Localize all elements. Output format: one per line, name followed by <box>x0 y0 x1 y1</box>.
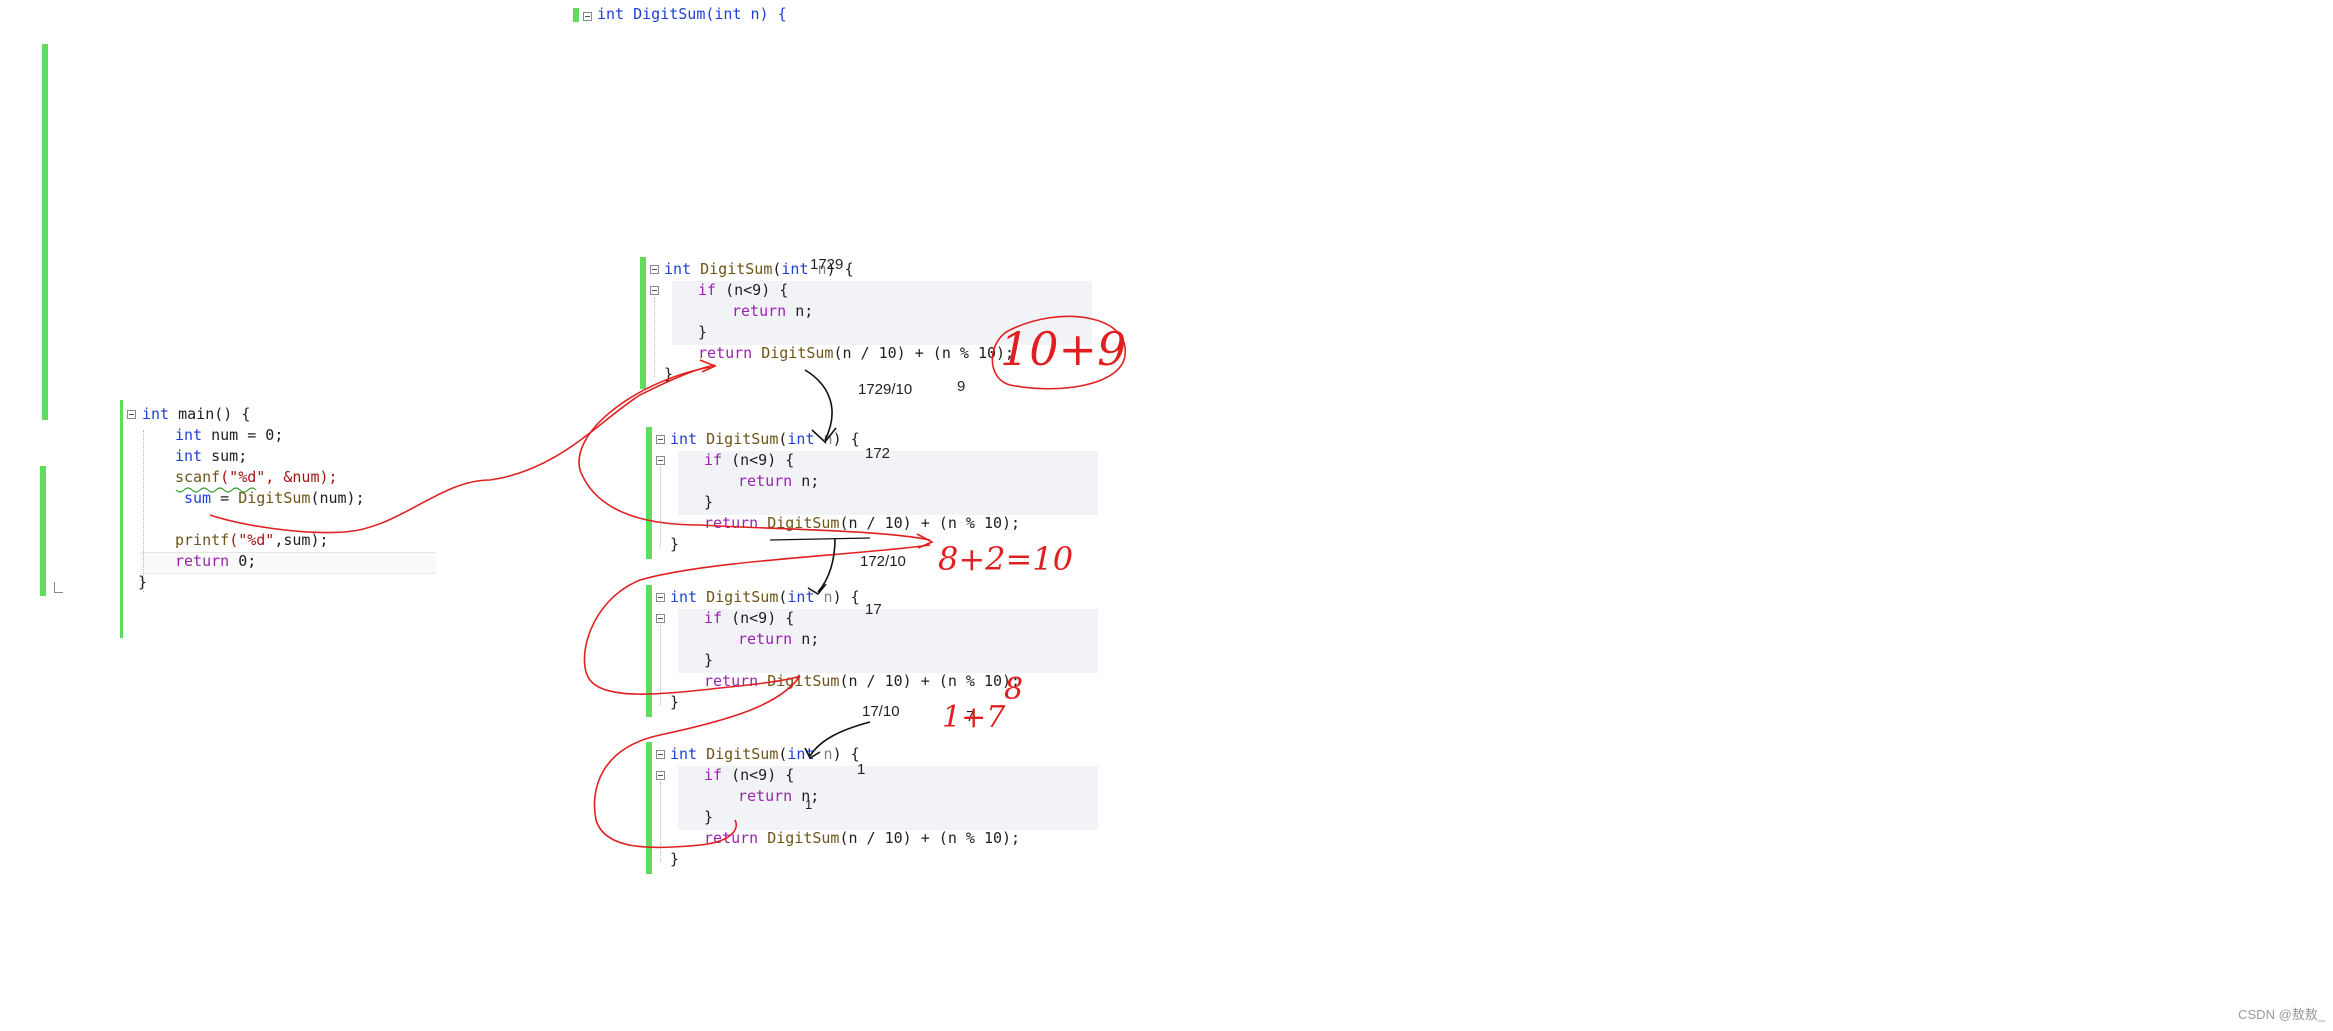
red-loop-block2-to-block3 <box>583 544 931 695</box>
red-curve-to-8-plus-2 <box>699 524 931 541</box>
red-curve-block3-to-block4 <box>593 675 801 849</box>
black-underline-block2 <box>769 537 871 541</box>
black-arrow-head-1 <box>811 427 837 444</box>
black-arrow-block1-to-block2 <box>804 369 833 441</box>
red-curve-main-to-block1 <box>209 364 716 534</box>
pen-strokes-overlay <box>175 315 1126 849</box>
black-arrow-block3-to-block4 <box>809 721 871 757</box>
green-squiggle-scanf <box>175 487 257 493</box>
red-loop-block1-to-block2 <box>578 366 711 526</box>
red-ellipse-stroke <box>991 315 1126 390</box>
watermark-text: CSDN @敖敖_ <box>2238 1007 2325 1022</box>
black-arrow-block2-to-block3 <box>817 537 836 593</box>
